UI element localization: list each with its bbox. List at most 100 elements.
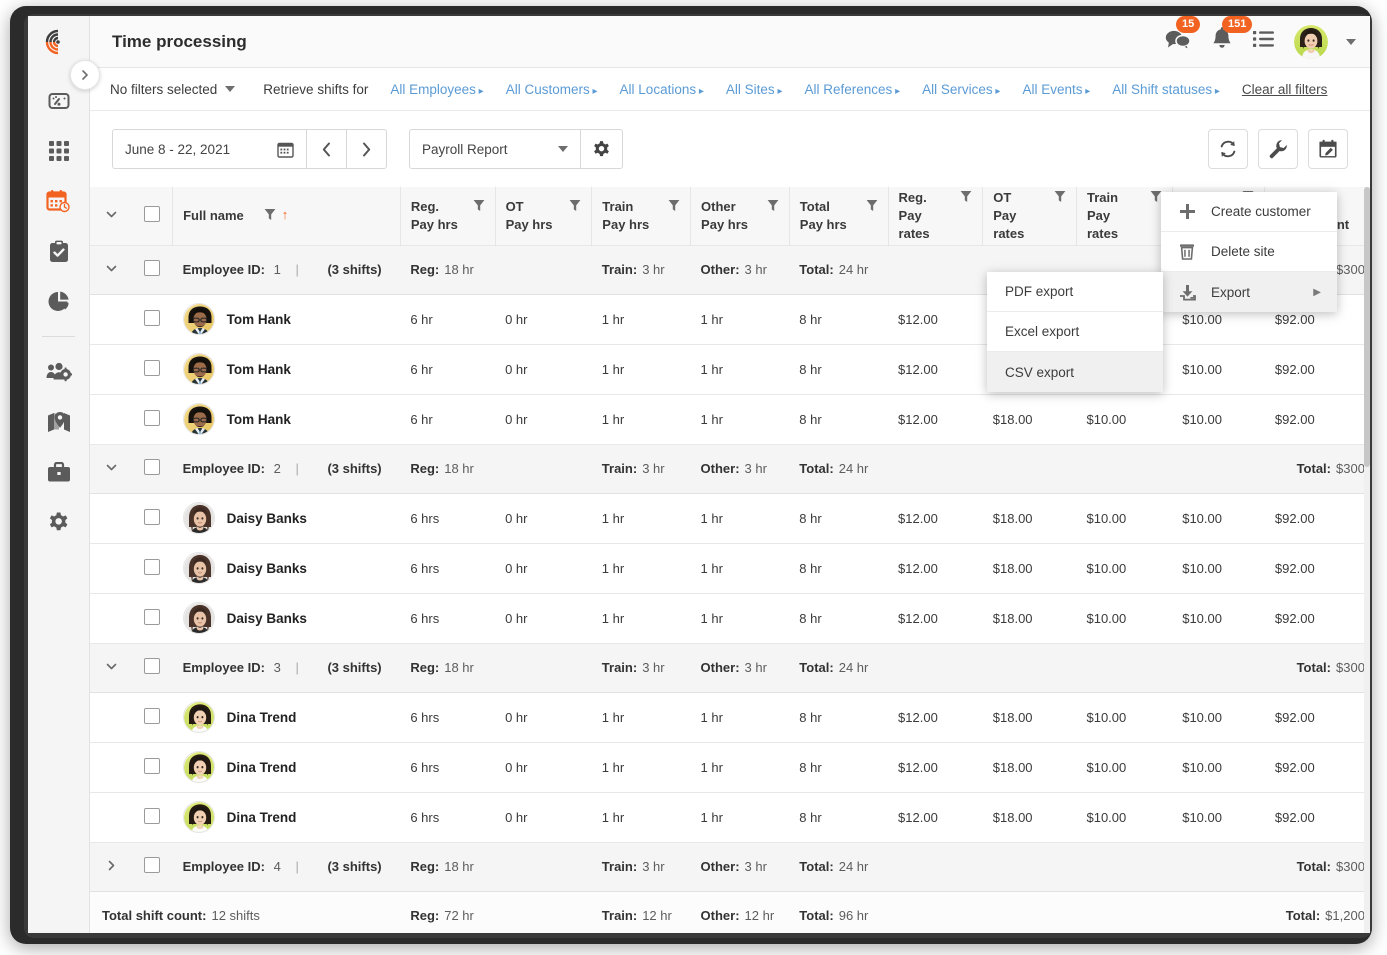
previous-period-button[interactable] <box>307 129 347 169</box>
header-select-all[interactable] <box>132 187 172 245</box>
row-checkbox[interactable] <box>144 808 160 824</box>
group-checkbox[interactable] <box>144 658 160 674</box>
header-other-pay-hrs[interactable]: OtherPay hrs <box>691 187 790 245</box>
group-select-cell[interactable] <box>132 245 172 294</box>
group-select-cell[interactable] <box>132 842 172 891</box>
filter-funnel-icon[interactable] <box>960 190 972 203</box>
row-select-cell[interactable] <box>132 344 172 394</box>
no-filters-dropdown[interactable]: No filters selected <box>110 82 235 97</box>
header-ot-pay-rates[interactable]: OTPay rates <box>983 187 1077 245</box>
group-checkbox[interactable] <box>144 857 160 873</box>
filter-link-all-locations[interactable]: All Locations ▸ <box>620 82 704 97</box>
avatar[interactable] <box>1294 25 1328 59</box>
row-checkbox[interactable] <box>144 509 160 525</box>
messages-button[interactable]: 15 <box>1164 27 1192 56</box>
row-checkbox[interactable] <box>144 559 160 575</box>
next-period-button[interactable] <box>347 129 387 169</box>
header-reg-pay-hrs[interactable]: Reg.Pay hrs <box>400 187 495 245</box>
row-select-cell[interactable] <box>132 394 172 444</box>
row-select-cell[interactable] <box>132 593 172 643</box>
table-row[interactable]: Daisy Banks 6 hrs 0 hr 1 hr 1 hr 8 hr $1… <box>90 593 1370 643</box>
sidebar-item-settings[interactable] <box>28 497 89 547</box>
sidebar-item-reports[interactable] <box>28 276 89 326</box>
row-checkbox[interactable] <box>144 310 160 326</box>
row-select-cell[interactable] <box>132 543 172 593</box>
report-settings-button[interactable] <box>581 129 623 169</box>
row-select-cell[interactable] <box>132 493 172 543</box>
employee-group-row[interactable]: Employee ID: 2 | (3 shifts) Reg:18 hr Tr… <box>90 444 1370 493</box>
header-reg-pay-rates[interactable]: Reg.Pay rates <box>888 187 983 245</box>
filter-funnel-icon[interactable] <box>668 199 680 212</box>
row-select-cell[interactable] <box>132 742 172 792</box>
employee-group-row[interactable]: Employee ID: 4 | (3 shifts) Reg:18 hr Tr… <box>90 842 1370 891</box>
table-row[interactable]: Dina Trend 6 hrs 0 hr 1 hr 1 hr 8 hr $12… <box>90 692 1370 742</box>
table-row[interactable]: Daisy Banks 6 hrs 0 hr 1 hr 1 hr 8 hr $1… <box>90 493 1370 543</box>
refresh-button[interactable] <box>1208 129 1248 169</box>
sidebar-item-time-processing[interactable] <box>28 176 89 226</box>
row-select-cell[interactable] <box>132 294 172 344</box>
header-ot-pay-hrs[interactable]: OTPay hrs <box>495 187 592 245</box>
table-row[interactable]: Tom Hank 6 hr 0 hr 1 hr 1 hr 8 hr $12.00… <box>90 394 1370 444</box>
group-expand-toggle[interactable] <box>90 643 132 692</box>
header-expand-all[interactable] <box>90 187 132 245</box>
group-checkbox[interactable] <box>144 459 160 475</box>
header-total-pay-hrs[interactable]: TotalPay hrs <box>789 187 888 245</box>
filter-link-all-employees[interactable]: All Employees ▸ <box>390 82 483 97</box>
menu-item-export[interactable]: Export ▶ <box>1161 272 1337 312</box>
row-checkbox[interactable] <box>144 708 160 724</box>
list-menu-button[interactable] <box>1252 29 1276 54</box>
filter-link-all-sites[interactable]: All Sites ▸ <box>726 82 783 97</box>
clear-all-filters-link[interactable]: Clear all filters <box>1242 82 1328 97</box>
tools-button[interactable] <box>1258 129 1298 169</box>
table-row[interactable]: Dina Trend 6 hrs 0 hr 1 hr 1 hr 8 hr $12… <box>90 792 1370 842</box>
row-checkbox[interactable] <box>144 360 160 376</box>
group-expand-toggle[interactable] <box>90 842 132 891</box>
edit-schedule-button[interactable] <box>1308 129 1348 169</box>
sidebar-item-tasks[interactable] <box>28 226 89 276</box>
menu-item-pdf-export[interactable]: PDF export <box>987 272 1163 312</box>
sidebar-item-locations[interactable] <box>28 397 89 447</box>
select-all-checkbox[interactable] <box>144 206 160 222</box>
filter-link-all-services[interactable]: All Services ▸ <box>922 82 1000 97</box>
filter-link-all-shift-statuses[interactable]: All Shift statuses ▸ <box>1112 82 1220 97</box>
sidebar-item-employees[interactable] <box>28 347 89 397</box>
filter-funnel-icon[interactable] <box>569 199 581 212</box>
filter-link-all-events[interactable]: All Events ▸ <box>1022 82 1090 97</box>
sidebar-item-apps[interactable] <box>28 126 89 176</box>
filter-link-all-customers[interactable]: All Customers ▸ <box>506 82 598 97</box>
row-checkbox[interactable] <box>144 410 160 426</box>
group-expand-toggle[interactable] <box>90 444 132 493</box>
header-train-pay-hrs[interactable]: TrainPay hrs <box>592 187 691 245</box>
sort-ascending-icon[interactable]: ↑ <box>282 207 289 222</box>
filter-funnel-icon[interactable] <box>264 208 276 221</box>
header-full-name[interactable]: Full name ↑ <box>173 187 401 245</box>
scrollbar-thumb[interactable] <box>1364 187 1370 467</box>
group-expand-toggle[interactable] <box>90 245 132 294</box>
menu-item-csv-export[interactable]: CSV export <box>987 352 1163 392</box>
table-vertical-scrollbar[interactable] <box>1364 187 1370 933</box>
date-range-input[interactable]: June 8 - 22, 2021 <box>112 129 307 169</box>
user-menu-caret[interactable] <box>1346 39 1356 45</box>
table-row[interactable]: Dina Trend 6 hrs 0 hr 1 hr 1 hr 8 hr $12… <box>90 742 1370 792</box>
menu-item-delete-site[interactable]: Delete site <box>1161 232 1337 272</box>
row-checkbox[interactable] <box>144 609 160 625</box>
group-select-cell[interactable] <box>132 444 172 493</box>
menu-item-create-customer[interactable]: Create customer <box>1161 192 1337 232</box>
filter-link-all-references[interactable]: All References ▸ <box>805 82 901 97</box>
group-checkbox[interactable] <box>144 260 160 276</box>
group-select-cell[interactable] <box>132 643 172 692</box>
filter-funnel-icon[interactable] <box>1054 190 1066 203</box>
notifications-button[interactable]: 151 <box>1210 27 1234 57</box>
filter-funnel-icon[interactable] <box>1150 190 1162 203</box>
filter-funnel-icon[interactable] <box>767 199 779 212</box>
row-select-cell[interactable] <box>132 692 172 742</box>
sidebar-expand-toggle[interactable] <box>70 60 100 90</box>
table-row[interactable]: Daisy Banks 6 hrs 0 hr 1 hr 1 hr 8 hr $1… <box>90 543 1370 593</box>
menu-item-excel-export[interactable]: Excel export <box>987 312 1163 352</box>
filter-funnel-icon[interactable] <box>866 199 878 212</box>
row-checkbox[interactable] <box>144 758 160 774</box>
filter-funnel-icon[interactable] <box>473 199 485 212</box>
table-row[interactable]: Tom Hank 6 hr 0 hr 1 hr 1 hr 8 hr $12.00… <box>90 344 1370 394</box>
header-train-pay-rates[interactable]: TrainPay rates <box>1076 187 1172 245</box>
sidebar-item-jobs[interactable] <box>28 447 89 497</box>
